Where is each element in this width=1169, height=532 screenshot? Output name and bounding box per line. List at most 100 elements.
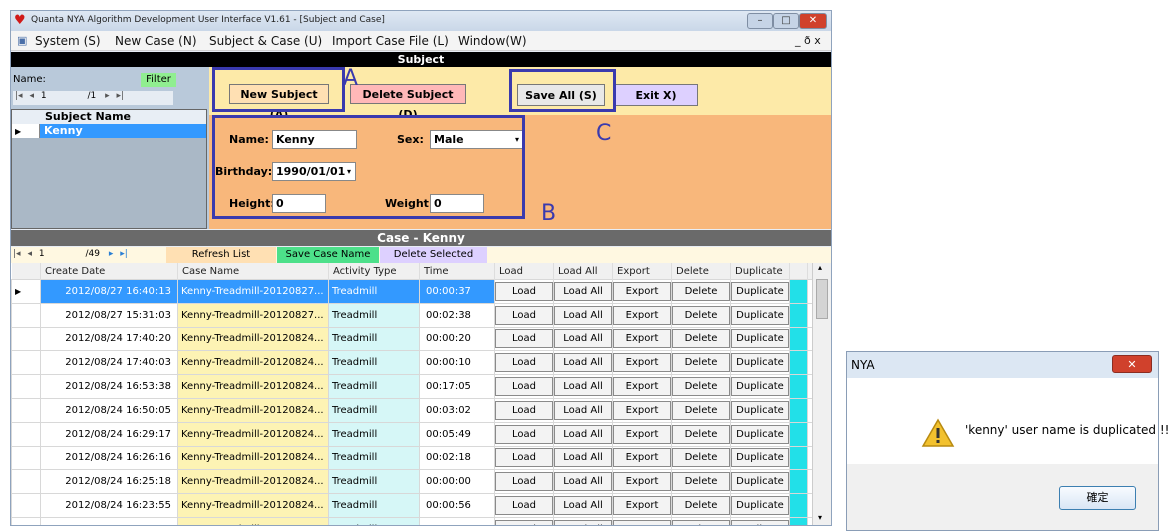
load-all-button[interactable]: Load All [554,424,612,444]
scroll-up-icon[interactable]: ▴ [818,263,822,272]
exit-button[interactable]: Exit X) [614,84,698,106]
cell-create-date[interactable]: 2012/08/24 17:40:20 [40,326,178,352]
load-button[interactable]: Load [495,329,553,349]
load-button[interactable]: Load [495,496,553,516]
first-page-icon[interactable]: |◂ [13,249,21,259]
next-page-icon[interactable]: ▸ [109,249,114,259]
cell-case-name[interactable]: Kenny-Treadmill-20120824... [177,374,329,399]
cell-create-date[interactable]: 2012/08/24 16:29:17 [40,421,178,447]
duplicate-button[interactable]: Duplicate [731,496,789,516]
cell-create-date[interactable]: 2012/08/27 15:31:03 [40,302,178,328]
table-row[interactable]: 2012/08/24 17:40:20 Kenny-Treadmill-20120… [11,326,827,352]
menu-subject-case[interactable]: Subject & Case (U) [209,34,322,48]
mdi-controls[interactable]: _ ð x [795,34,821,47]
load-button[interactable]: Load [495,519,553,525]
cell-create-date[interactable]: 2012/08/24 16:50:05 [40,397,178,423]
duplicate-button[interactable]: Duplicate [731,377,789,397]
duplicate-button[interactable]: Duplicate [731,329,789,349]
duplicate-button[interactable]: Duplicate [731,519,789,525]
filter-button[interactable]: Filter [141,73,176,87]
cell-time[interactable]: 00:00:10 [419,350,495,376]
delete-button[interactable]: Delete [672,281,730,301]
table-row[interactable]: 2012/08/24 16:29:17 Kenny-Treadmill-20120… [11,421,827,447]
cell-activity-type[interactable]: Treadmill [328,493,420,518]
load-all-button[interactable]: Load All [554,353,612,373]
table-row[interactable]: 2012/08/24 16:53:38 Kenny-Treadmill-20120… [11,374,827,399]
cell-activity-type[interactable]: Treadmill [328,374,420,399]
cell-create-date[interactable]: 2012/08/24 16:23:55 [40,493,178,518]
case-nav-current[interactable]: 1 [39,249,45,259]
cell-create-date[interactable]: 2012/08/27 16:40:13 [40,279,178,304]
duplicate-button[interactable]: Duplicate [731,400,789,420]
last-page-icon[interactable]: ▸| [117,91,125,101]
cell-case-name[interactable]: Kenny-Treadmill-20120827... [177,302,329,328]
cell-time[interactable]: 00:05:49 [419,421,495,447]
save-case-name-button[interactable]: Save Case Name [277,247,379,263]
cell-case-name[interactable]: Kenny-Treadmill-20120824... [177,493,329,518]
minimize-button[interactable]: – [747,13,773,29]
load-button[interactable]: Load [495,377,553,397]
cell-activity-type[interactable]: Treadmill [328,279,420,304]
prev-page-icon[interactable]: ◂ [27,249,32,259]
table-row[interactable]: 2012/08/24 16:25:18 Kenny-Treadmill-20120… [11,469,827,495]
cell-create-date[interactable]: 2012/08/24 16:26:16 [40,445,178,471]
cell-activity-type[interactable]: Treadmill [328,445,420,471]
vertical-scrollbar[interactable]: ▴ ▾ [812,263,831,525]
cell-time[interactable]: 00:02:38 [419,302,495,328]
cell-create-date[interactable]: 2012/08/24 16:53:38 [40,374,178,399]
export-button[interactable]: Export [613,305,671,325]
delete-button[interactable]: Delete [672,448,730,468]
next-page-icon[interactable]: ▸ [105,91,110,101]
refresh-list-button[interactable]: Refresh List [166,247,276,263]
menu-new-case[interactable]: New Case (N) [115,34,197,48]
load-button[interactable]: Load [495,472,553,492]
load-all-button[interactable]: Load All [554,281,612,301]
delete-button[interactable]: Delete [672,329,730,349]
load-button[interactable]: Load [495,400,553,420]
cell-time[interactable]: 00:00:37 [419,279,495,304]
dialog-close-button[interactable]: ✕ [1112,355,1152,373]
load-button[interactable]: Load [495,305,553,325]
dialog-ok-button[interactable]: 確定 [1059,486,1136,510]
table-row[interactable]: 2012/08/24 17:40:03 Kenny-Treadmill-20120… [11,350,827,376]
load-all-button[interactable]: Load All [554,448,612,468]
table-row[interactable]: 2012/08/24 16:50:05 Kenny-Treadmill-20120… [11,397,827,423]
delete-subject-button[interactable]: Delete Subject (D) [350,84,466,121]
export-button[interactable]: Export [613,496,671,516]
subject-nav-current[interactable]: 1 [41,91,47,101]
duplicate-button[interactable]: Duplicate [731,472,789,492]
cell-create-date[interactable]: 2012/08/24 16:25:18 [40,469,178,495]
menu-window[interactable]: Window(W) [458,34,527,48]
load-all-button[interactable]: Load All [554,400,612,420]
maximize-button[interactable]: □ [773,13,799,29]
delete-selected-button[interactable]: Delete Selected [380,247,487,263]
duplicate-button[interactable]: Duplicate [731,424,789,444]
last-page-icon[interactable]: ▸| [120,249,128,259]
export-button[interactable]: Export [613,400,671,420]
load-all-button[interactable]: Load All [554,519,612,525]
table-row[interactable]: ▶ 2012/08/27 16:40:13 Kenny-Treadmill-2012… [11,279,827,304]
subject-row-kenny[interactable]: Kenny [40,124,206,138]
table-row[interactable]: 2012/08/24 15:57:10Kenny-Treadmill-20120… [11,516,827,525]
duplicate-button[interactable]: Duplicate [731,281,789,301]
cell-time[interactable]: 00:00:56 [419,493,495,518]
cell-case-name[interactable]: Kenny-Treadmill-20120827... [177,279,329,304]
duplicate-button[interactable]: Duplicate [731,353,789,373]
cell-case-name[interactable]: Kenny-Treadmill-20120824... [177,469,329,495]
delete-button[interactable]: Delete [672,305,730,325]
cell-activity-type[interactable]: Treadmill [328,350,420,376]
prev-page-icon[interactable]: ◂ [29,91,34,101]
first-page-icon[interactable]: |◂ [15,91,23,101]
export-button[interactable]: Export [613,472,671,492]
delete-button[interactable]: Delete [672,519,730,525]
cell-case-name[interactable]: Kenny-Treadmill-20120824... [177,516,329,525]
delete-button[interactable]: Delete [672,472,730,492]
menu-import-case-file[interactable]: Import Case File (L) [332,34,449,48]
duplicate-button[interactable]: Duplicate [731,448,789,468]
cell-time[interactable]: 00:00:20 [419,326,495,352]
cell-activity-type[interactable]: Treadmill [328,302,420,328]
load-all-button[interactable]: Load All [554,496,612,516]
export-button[interactable]: Export [613,448,671,468]
cell-create-date[interactable]: 2012/08/24 15:57:10 [40,516,178,525]
load-button[interactable]: Load [495,353,553,373]
